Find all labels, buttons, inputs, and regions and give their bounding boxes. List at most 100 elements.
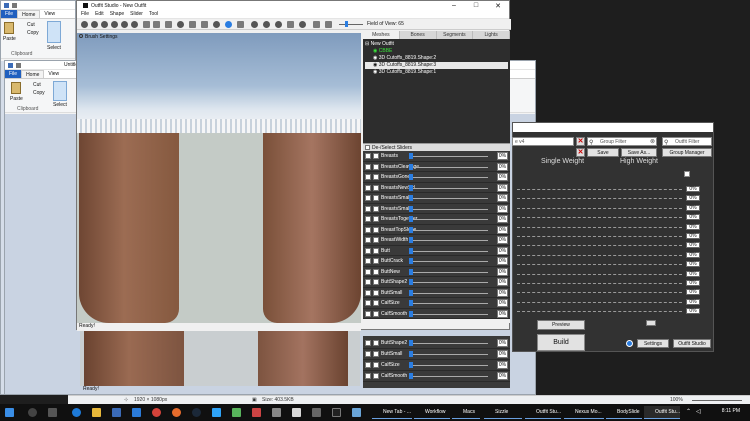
volume-icon[interactable]: ◁ [696, 408, 701, 415]
weight-slider-value[interactable]: 0% [686, 223, 700, 230]
fov-slider[interactable] [339, 24, 363, 25]
weight-slider-row[interactable] [517, 311, 682, 315]
tree-item-reference[interactable]: ◉ CBBE [365, 48, 508, 55]
copy-label[interactable]: Copy [27, 30, 39, 36]
slider-enable-checkbox[interactable] [365, 300, 371, 306]
taskbar-item-bodyslide[interactable]: BodySlide [606, 406, 642, 419]
slider-knob[interactable] [409, 237, 413, 243]
slider-track[interactable] [411, 229, 488, 231]
weight-slider-value[interactable]: 0% [686, 298, 700, 305]
slider-track[interactable] [411, 365, 488, 366]
paint-icon[interactable] [232, 408, 241, 417]
tree-item-mesh[interactable]: ◉ 3D Cutoffs_8819.Shape:2 [365, 55, 508, 62]
slider-track[interactable] [411, 198, 488, 199]
slider-edit-checkbox[interactable] [373, 174, 379, 180]
side-view-icon[interactable] [325, 21, 332, 28]
clear-preset-button[interactable]: ✕ [576, 137, 585, 146]
tab-segments[interactable]: Segments [436, 31, 474, 39]
tab-view[interactable]: View [44, 70, 63, 78]
cut-label[interactable]: Cut [27, 22, 35, 28]
slider-track[interactable] [411, 313, 488, 315]
notepad-icon[interactable] [352, 408, 361, 417]
slider-value[interactable]: 0% [497, 215, 508, 223]
slider-enable-checkbox[interactable] [365, 174, 371, 180]
slider-value[interactable]: 0% [497, 278, 508, 286]
terminal-icon[interactable] [332, 408, 341, 417]
explorer-icon[interactable] [92, 408, 101, 417]
delete-preset-button[interactable]: ✕ [576, 148, 585, 157]
tab-file[interactable]: File [1, 10, 18, 18]
tab-home[interactable]: Home [17, 10, 41, 18]
slider-row[interactable]: BreastsNewSH 0% [363, 182, 510, 193]
slider-track[interactable] [411, 343, 488, 344]
slider-row[interactable]: BreastsSmall2 0% [363, 203, 510, 214]
menu-slider[interactable]: Slider [130, 11, 143, 17]
weight-slider-row[interactable] [517, 264, 682, 268]
pivot-icon[interactable] [177, 21, 184, 28]
front-view-icon[interactable] [313, 21, 320, 28]
slider-enable-checkbox[interactable] [365, 268, 371, 275]
build-button[interactable]: Build [537, 334, 585, 351]
slider-row[interactable]: BreastsSmall 0% [363, 193, 510, 204]
chrome-icon[interactable] [152, 408, 161, 417]
edge-collapse-icon[interactable] [201, 21, 208, 28]
slider-edit-checkbox[interactable] [373, 268, 379, 275]
slider-row[interactable]: CalfSize 0% [363, 360, 510, 371]
slider-row[interactable]: ButtShape2 0% [363, 277, 510, 288]
slider-edit-checkbox[interactable] [373, 258, 379, 264]
tab-home[interactable]: Home [21, 70, 45, 78]
slider-value[interactable]: 0% [497, 204, 508, 213]
group-manager-button[interactable]: Group Manager [662, 148, 712, 157]
tab-meshes[interactable]: Meshes [363, 31, 400, 39]
weight-slider-value[interactable]: 0% [686, 214, 700, 221]
slider-row[interactable]: BreastsGone 0% [363, 172, 510, 183]
slider-value[interactable]: 0% [497, 288, 508, 297]
outfit-studio-button[interactable]: Outfit Studio [673, 339, 711, 348]
slider-row[interactable]: ButtShape2 0% [363, 338, 510, 349]
weight-slider-value[interactable]: 0% [686, 204, 700, 211]
slider-edit-checkbox[interactable] [373, 205, 379, 212]
slider-enable-checkbox[interactable] [365, 373, 371, 379]
slider-edit-checkbox[interactable] [373, 300, 379, 306]
slider-track[interactable] [411, 208, 488, 210]
slider-track[interactable] [411, 376, 488, 377]
slider-edit-checkbox[interactable] [373, 153, 379, 159]
weight-brush-icon[interactable] [143, 21, 150, 28]
deflate-brush-icon[interactable] [111, 21, 118, 28]
slider-edit-checkbox[interactable] [373, 373, 379, 379]
slider-knob[interactable] [409, 268, 413, 275]
weight-slider-row[interactable] [517, 198, 682, 202]
save-button[interactable]: Save [587, 148, 619, 157]
slider-enable-checkbox[interactable] [365, 216, 371, 222]
edge-icon[interactable] [72, 408, 81, 417]
slider-value[interactable]: 0% [497, 194, 508, 202]
taskbar-item-macs[interactable]: Macs [452, 406, 480, 419]
slider-value[interactable]: 0% [497, 183, 508, 192]
preset-dropdown[interactable]: e v4 [512, 137, 574, 146]
weight-slider-row[interactable] [517, 283, 682, 287]
slider-row[interactable]: ButtSmall 0% [363, 287, 510, 298]
global-brush-icon[interactable] [237, 21, 244, 28]
slider-value[interactable]: 0% [497, 173, 508, 181]
slider-row[interactable]: Breasts 0% [363, 151, 510, 162]
slider-value[interactable]: 0% [497, 339, 508, 347]
connected-only-icon[interactable] [225, 21, 232, 28]
brush-settings-label[interactable]: Brush Settings [79, 34, 118, 40]
checkbox-icon[interactable] [365, 145, 370, 150]
slider-track[interactable] [411, 282, 488, 283]
slider-track[interactable] [411, 303, 488, 304]
save-as-button[interactable]: Save As... [621, 148, 657, 157]
vertex-select-icon[interactable] [189, 21, 196, 28]
slider-enable-checkbox[interactable] [365, 163, 371, 170]
slider-enable-checkbox[interactable] [365, 351, 371, 357]
tree-item-mesh-selected[interactable]: ◉ 3D Cutoffs_8819.Shape:3 [365, 62, 508, 69]
maximize-icon[interactable]: □ [465, 2, 487, 10]
inflate-brush-icon[interactable] [101, 21, 108, 28]
paste-icon[interactable] [11, 82, 21, 94]
menu-tool[interactable]: Tool [149, 11, 158, 17]
slider-track[interactable] [411, 292, 488, 294]
slider-edit-checkbox[interactable] [373, 226, 379, 233]
skyrim-icon[interactable] [272, 408, 281, 417]
outfit-filter-input[interactable]: Outfit Filter [662, 137, 712, 146]
slider-value[interactable]: 0% [497, 236, 508, 244]
